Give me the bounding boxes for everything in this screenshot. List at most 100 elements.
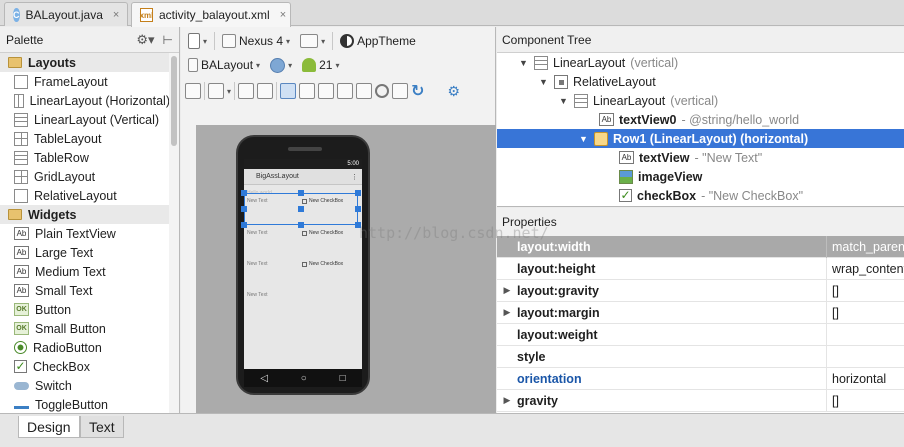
- editor-tab-bar: C BALayout.java × xml activity_balayout.…: [0, 0, 904, 27]
- tree-node-root-linearlayout[interactable]: ▼ LinearLayout (vertical): [497, 53, 904, 72]
- tab-design[interactable]: Design: [18, 416, 80, 438]
- expand-arrow-icon[interactable]: ▶: [497, 285, 517, 296]
- baseline-icon[interactable]: [337, 83, 354, 99]
- fill-height-icon[interactable]: [257, 83, 274, 99]
- palette-group-widgets[interactable]: Widgets: [0, 205, 170, 224]
- property-row-orientation[interactable]: orientation horizontal: [497, 367, 904, 390]
- tab-activity-balayout-xml[interactable]: xml activity_balayout.xml ×: [131, 2, 291, 27]
- palette-item-togglebutton[interactable]: ToggleButton: [0, 395, 170, 413]
- textview-icon: Ab: [619, 151, 634, 164]
- collapse-arrow-icon[interactable]: ▼: [539, 77, 549, 87]
- resize-handle[interactable]: [355, 206, 361, 212]
- palette-item-medium-text[interactable]: Ab Medium Text: [0, 262, 170, 281]
- tree-node-checkbox[interactable]: ✓ checkBox - "New CheckBox": [497, 186, 904, 205]
- palette-item-radiobutton[interactable]: RadioButton: [0, 338, 170, 357]
- palette-item-relativelayout[interactable]: RelativeLayout: [0, 186, 170, 205]
- vertical-orientation-icon[interactable]: [299, 83, 316, 99]
- device-dropdown[interactable]: Nexus 4 ▾: [219, 31, 293, 51]
- locale-dropdown[interactable]: ▾: [267, 55, 295, 75]
- property-row-style[interactable]: style: [497, 345, 904, 368]
- palette-item-large-text[interactable]: Ab Large Text: [0, 243, 170, 262]
- palette-item-checkbox[interactable]: ✓ CheckBox: [0, 357, 170, 376]
- back-icon: ◁: [260, 372, 269, 384]
- resize-handle[interactable]: [241, 190, 247, 196]
- tree-node-relativelayout[interactable]: ▼ RelativeLayout: [497, 72, 904, 91]
- property-row-layout-margin[interactable]: ▶ layout:margin[]: [497, 301, 904, 324]
- resize-handle[interactable]: [298, 190, 304, 196]
- close-icon[interactable]: ×: [280, 9, 286, 21]
- layout-variants-button[interactable]: ▾: [185, 31, 210, 51]
- tree-node-textview0[interactable]: Ab textView0 - @string/hello_world: [497, 110, 904, 129]
- textview-icon: Ab: [14, 284, 29, 297]
- relative-layout-icon: [554, 74, 568, 89]
- collapse-arrow-icon[interactable]: ▼: [519, 58, 529, 68]
- palette-item-small-text[interactable]: Ab Small Text: [0, 281, 170, 300]
- resize-handle[interactable]: [298, 206, 304, 212]
- palette-item-linearlayout-horizontal[interactable]: LinearLayout (Horizontal): [0, 91, 170, 110]
- fill-width-icon[interactable]: [238, 83, 255, 99]
- palette-item-framelayout[interactable]: FrameLayout: [0, 72, 170, 91]
- palette-scrollbar[interactable]: [169, 53, 179, 413]
- horizontal-orientation-icon[interactable]: [280, 83, 297, 99]
- toggle-view-icon[interactable]: [185, 83, 201, 99]
- activity-dropdown[interactable]: BALayout ▾: [185, 55, 263, 75]
- property-row-layout-height[interactable]: layout:height wrap_content: [497, 257, 904, 280]
- expand-arrow-icon[interactable]: ▶: [497, 395, 517, 406]
- palette-group-layouts[interactable]: Layouts: [0, 53, 170, 72]
- palette-title: Palette: [6, 32, 44, 47]
- checkbox-icon: ✓: [619, 188, 632, 202]
- button-icon: OK: [14, 322, 29, 335]
- device-grid-icon: [222, 34, 237, 48]
- palette-item-small-button[interactable]: OK Small Button: [0, 319, 170, 338]
- property-row-layout-gravity[interactable]: ▶ layout:gravity[]: [497, 279, 904, 302]
- property-row-layout-width[interactable]: layout:width match_parent: [497, 235, 904, 258]
- tab-label: activity_balayout.xml: [159, 8, 270, 22]
- orientation-dropdown[interactable]: ▾: [297, 31, 328, 51]
- resize-handle[interactable]: [241, 206, 247, 212]
- palette-item-plain-textview[interactable]: Ab Plain TextView: [0, 224, 170, 243]
- preview-text-2: New Text: [247, 230, 268, 236]
- collapse-arrow-icon[interactable]: ▼: [559, 96, 569, 106]
- tree-node-linearlayout[interactable]: ▼ LinearLayout (vertical): [497, 91, 904, 110]
- linear-layout-horizontal-icon: [14, 93, 24, 108]
- editor-toolbar-row-3: ▾ ↻ ⚙: [181, 79, 496, 103]
- clear-weights-icon[interactable]: [356, 83, 373, 99]
- refresh-icon[interactable]: ↻: [411, 81, 424, 101]
- api-level-dropdown[interactable]: 21 ▾: [299, 55, 342, 75]
- design-canvas[interactable]: 5:00 BigAssLayout ⋮ Hello world New Text …: [196, 125, 496, 413]
- speaker: [288, 147, 322, 151]
- android-icon: [302, 58, 317, 72]
- theme-dropdown[interactable]: AppTheme: [337, 31, 419, 51]
- property-row-layout-weight[interactable]: layout:weight: [497, 323, 904, 346]
- property-row-gravity[interactable]: ▶ gravity[]: [497, 389, 904, 412]
- palette-item-linearlayout-vertical[interactable]: LinearLayout (Vertical): [0, 110, 170, 129]
- gear-icon[interactable]: ⚙▾: [136, 32, 154, 48]
- settings-gear-icon[interactable]: ⚙: [447, 83, 460, 100]
- weight-icon[interactable]: [318, 83, 335, 99]
- zoom-fit-icon[interactable]: [208, 83, 224, 99]
- collapse-arrow-icon[interactable]: ▼: [579, 134, 589, 144]
- tab-text[interactable]: Text: [80, 416, 124, 438]
- palette-item-switch[interactable]: Switch: [0, 376, 170, 395]
- palette-item-button[interactable]: OK Button: [0, 300, 170, 319]
- resize-handle[interactable]: [355, 190, 361, 196]
- tab-balayout-java[interactable]: C BALayout.java ×: [4, 2, 128, 26]
- device-screen[interactable]: 5:00 BigAssLayout ⋮ Hello world New Text …: [241, 159, 362, 369]
- pin-icon[interactable]: ⊢: [163, 33, 173, 47]
- close-icon[interactable]: ×: [113, 9, 119, 21]
- palette-item-tablelayout[interactable]: TableLayout: [0, 129, 170, 148]
- theme-icon: [340, 34, 355, 48]
- tree-node-textview[interactable]: Ab textView - "New Text": [497, 148, 904, 167]
- palette-item-gridlayout[interactable]: GridLayout: [0, 167, 170, 186]
- zoom-icon[interactable]: [375, 84, 390, 98]
- scrollbar-thumb[interactable]: [171, 56, 177, 146]
- palette-item-tablerow[interactable]: TableRow: [0, 148, 170, 167]
- resize-handle[interactable]: [241, 222, 247, 228]
- tree-node-imageview[interactable]: imageView: [497, 167, 904, 186]
- activity-icon: [188, 58, 198, 72]
- resize-handle[interactable]: [298, 222, 304, 228]
- expand-arrow-icon[interactable]: ▶: [497, 307, 517, 318]
- tree-node-row1[interactable]: ▼ Row1 (LinearLayout) (horizontal): [497, 129, 904, 148]
- globe-icon: [270, 57, 286, 73]
- zoom-actual-icon[interactable]: [392, 83, 409, 99]
